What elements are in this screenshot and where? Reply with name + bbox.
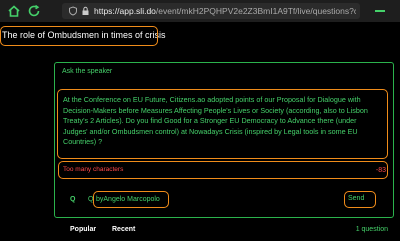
home-icon[interactable] <box>6 3 22 19</box>
ask-speaker-label: Ask the speaker <box>62 68 113 75</box>
question-highlight <box>57 89 388 159</box>
send-highlight <box>344 191 376 208</box>
url-bar[interactable]: https://app.sli.do/event/mkH2PQHPV2e2Z3B… <box>62 3 360 19</box>
browser-toolbar: https://app.sli.do/event/mkH2PQHPV2e2Z3B… <box>0 0 400 22</box>
minimize-icon[interactable] <box>372 3 388 19</box>
url-path: /event/mkH2PQHPV2e2Z3BmI1A9Tf/live/quest… <box>155 6 356 16</box>
lock-icon <box>82 6 89 15</box>
title-highlight <box>0 26 158 46</box>
q-label: Q <box>70 196 76 203</box>
error-highlight <box>58 161 388 179</box>
question-count: 1 question <box>355 226 388 233</box>
shield-icon <box>69 6 77 16</box>
tab-popular[interactable]: Popular <box>70 226 96 233</box>
author-highlight <box>93 191 169 208</box>
url-host: https://app.sli.do <box>94 6 156 16</box>
url-text: https://app.sli.do/event/mkH2PQHPV2e2Z3B… <box>94 3 356 19</box>
reload-icon[interactable] <box>26 3 42 19</box>
tab-recent[interactable]: Recent <box>112 226 135 233</box>
